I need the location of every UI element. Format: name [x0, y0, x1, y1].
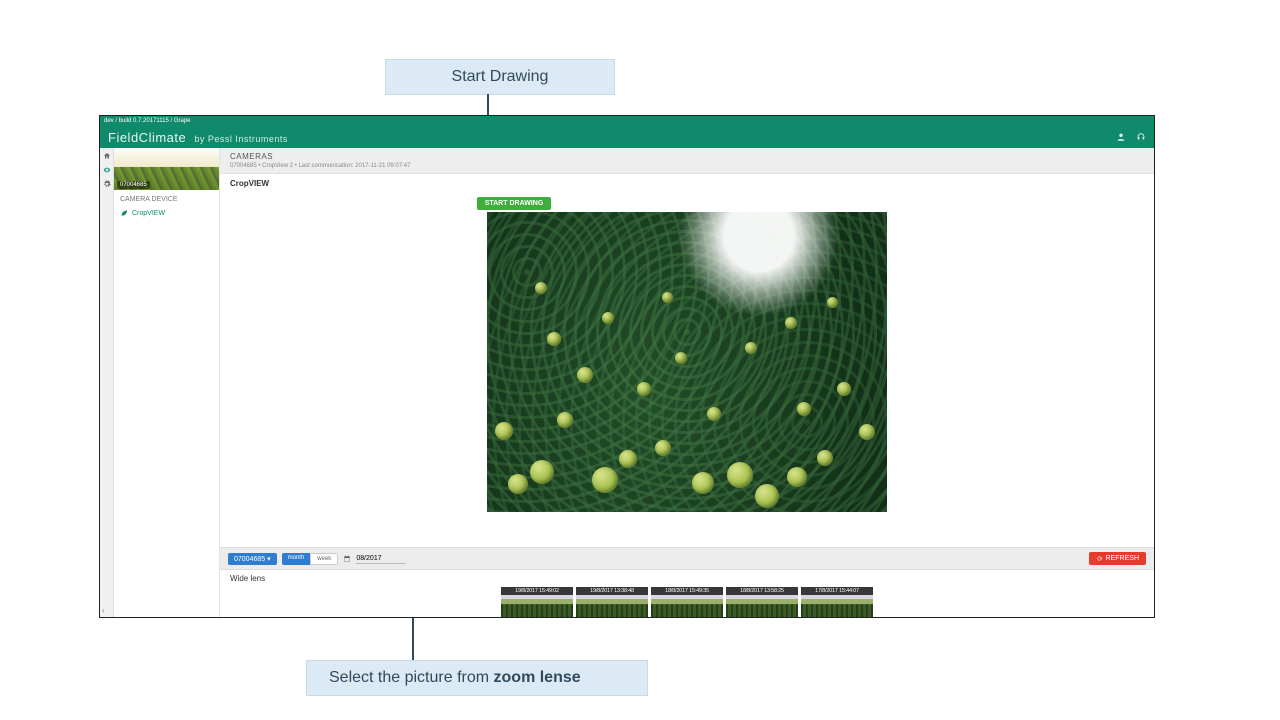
- breadcrumb: CAMERAS 07004685 • CropView 2 • Last com…: [220, 148, 1154, 174]
- thumbnail[interactable]: 19/8/2017 15:49:02: [501, 587, 573, 617]
- station-hero-image[interactable]: 07004685: [114, 148, 219, 190]
- brand-bar: FieldClimate by Pessl Instruments: [100, 126, 1154, 148]
- thumbnail-timestamp: 18/8/2017 13:58:25: [726, 587, 798, 595]
- main-column: CAMERAS 07004685 • CropView 2 • Last com…: [220, 148, 1154, 617]
- thumbnail-timestamp: 17/8/2017 15:44:07: [801, 587, 873, 595]
- thumbnail-timestamp: 19/8/2017 15:49:02: [501, 587, 573, 595]
- brand-byline: by Pessl Instruments: [194, 134, 288, 144]
- main-camera-image[interactable]: [487, 212, 887, 512]
- thumbnail[interactable]: 18/8/2017 15:49:35: [651, 587, 723, 617]
- thumbnail[interactable]: 19/8/2017 13:38:48: [576, 587, 648, 617]
- thumb-section-title: Wide lens: [230, 574, 1144, 583]
- page-subtitle: 07004685 • CropView 2 • Last communicati…: [230, 163, 1144, 169]
- station-hero-label: 07004685: [117, 181, 150, 189]
- annotation-zoom-lense: Select the picture from zoom lense: [306, 660, 648, 696]
- gear-icon[interactable]: [103, 180, 111, 188]
- date-input[interactable]: [356, 554, 406, 564]
- refresh-label: REFRESH: [1106, 555, 1139, 562]
- page-title: CAMERAS: [230, 152, 1144, 161]
- panel-title: CropVIEW: [220, 174, 1154, 193]
- annotation-zoom-lense-prefix: Select the picture from: [329, 669, 494, 686]
- build-bar: dev / build 0.7.20171115 / Grape: [100, 116, 1154, 126]
- thumb-row: 19/8/2017 15:49:02 19/8/2017 13:38:48 18…: [230, 587, 1144, 617]
- brand-logo: FieldClimate by Pessl Instruments: [108, 130, 288, 145]
- range-segmented: month week: [282, 553, 339, 565]
- calendar-icon[interactable]: [343, 555, 351, 563]
- icon-rail: ‹: [100, 148, 114, 617]
- range-week-button[interactable]: week: [310, 553, 338, 565]
- annotation-zoom-lense-bold: zoom lense: [494, 669, 581, 686]
- leaf-icon: [120, 209, 128, 217]
- sidebar-section-title: CAMERA DEVICE: [120, 196, 213, 203]
- rail-collapse-icon[interactable]: ‹: [102, 606, 105, 615]
- thumbnail-timestamp: 18/8/2017 15:49:35: [651, 587, 723, 595]
- headset-icon[interactable]: [1136, 132, 1146, 142]
- home-icon[interactable]: [103, 152, 111, 160]
- brand-name: FieldClimate: [108, 130, 186, 145]
- user-icon[interactable]: [1116, 132, 1126, 142]
- sidebar-item-cropview[interactable]: CropVIEW: [120, 207, 213, 219]
- annotation-start-drawing: Start Drawing: [385, 59, 615, 95]
- refresh-icon: [1096, 555, 1103, 562]
- range-month-button[interactable]: month: [282, 553, 311, 565]
- thumbnail-timestamp: 19/8/2017 13:38:48: [576, 587, 648, 595]
- app-screenshot: dev / build 0.7.20171115 / Grape FieldCl…: [99, 115, 1155, 618]
- refresh-button[interactable]: REFRESH: [1089, 552, 1146, 565]
- sidebar: 07004685 CAMERA DEVICE CropVIEW: [114, 148, 220, 617]
- start-drawing-button[interactable]: START DRAWING: [477, 197, 552, 210]
- thumbnail[interactable]: 18/8/2017 13:58:25: [726, 587, 798, 617]
- eye-icon[interactable]: [103, 166, 111, 174]
- station-select-pill[interactable]: 07004685 ▾: [228, 553, 277, 565]
- thumbnail[interactable]: 17/8/2017 15:44:07: [801, 587, 873, 617]
- filter-bar: 07004685 ▾ month week REFRESH: [220, 547, 1154, 570]
- sidebar-item-label: CropVIEW: [132, 210, 165, 217]
